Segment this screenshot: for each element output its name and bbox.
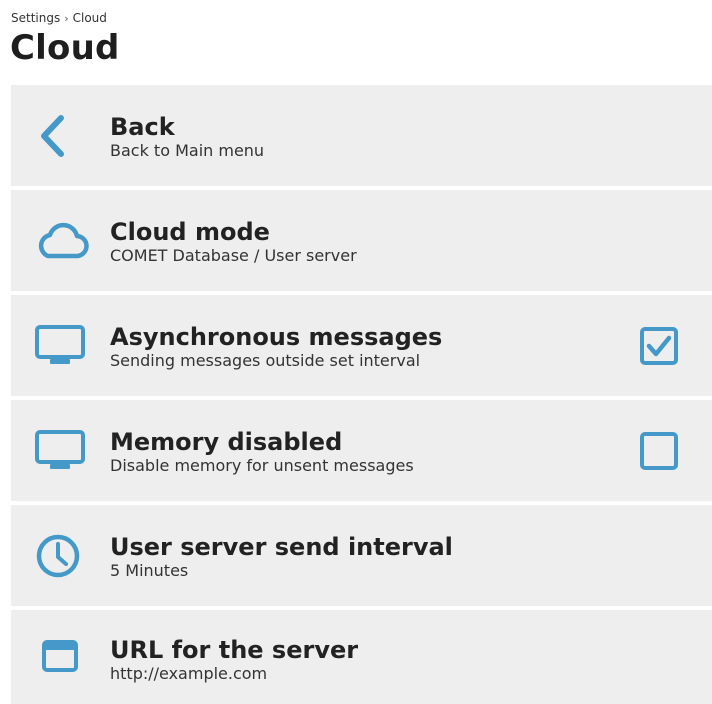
menu-item-cloud-mode[interactable]: Cloud mode COMET Database / User server bbox=[11, 190, 712, 291]
settings-menu: Back Back to Main menu Cloud mode COMET … bbox=[11, 85, 712, 704]
clock-icon bbox=[35, 532, 91, 580]
menu-item-title: Asynchronous messages bbox=[110, 323, 443, 351]
menu-item-subtitle: Back to Main menu bbox=[110, 141, 265, 160]
monitor-icon bbox=[35, 322, 91, 370]
menu-item-back[interactable]: Back Back to Main menu bbox=[11, 85, 712, 186]
menu-item-title: User server send interval bbox=[110, 533, 453, 561]
monitor-icon bbox=[35, 427, 91, 475]
menu-item-title: Back bbox=[110, 113, 175, 141]
page-title: Cloud bbox=[10, 28, 120, 68]
cloud-icon bbox=[35, 217, 91, 265]
menu-item-subtitle: COMET Database / User server bbox=[110, 246, 357, 265]
breadcrumb-current: Cloud bbox=[72, 11, 107, 25]
menu-item-title: Cloud mode bbox=[110, 218, 270, 246]
menu-item-asynchronous-messages[interactable]: Asynchronous messages Sending messages o… bbox=[11, 295, 712, 396]
asynchronous-messages-checkbox[interactable] bbox=[640, 326, 678, 365]
menu-item-subtitle: 5 Minutes bbox=[110, 561, 189, 580]
menu-item-subtitle: Disable memory for unsent messages bbox=[110, 456, 414, 475]
chevron-left-icon bbox=[35, 112, 91, 160]
menu-item-title: URL for the server bbox=[110, 636, 359, 664]
breadcrumb: Settings › Cloud bbox=[11, 11, 107, 25]
menu-item-memory-disabled[interactable]: Memory disabled Disable memory for unsen… bbox=[11, 400, 712, 501]
window-icon bbox=[35, 633, 91, 681]
menu-item-subtitle: Sending messages outside set interval bbox=[110, 351, 421, 370]
memory-disabled-checkbox[interactable] bbox=[640, 431, 678, 470]
breadcrumb-settings-link[interactable]: Settings bbox=[11, 11, 60, 25]
menu-item-server-url[interactable]: URL for the server http://example.com bbox=[11, 610, 712, 704]
menu-item-title: Memory disabled bbox=[110, 428, 343, 456]
breadcrumb-separator: › bbox=[64, 11, 69, 25]
menu-item-subtitle: http://example.com bbox=[110, 664, 268, 683]
menu-item-send-interval[interactable]: User server send interval 5 Minutes bbox=[11, 505, 712, 606]
